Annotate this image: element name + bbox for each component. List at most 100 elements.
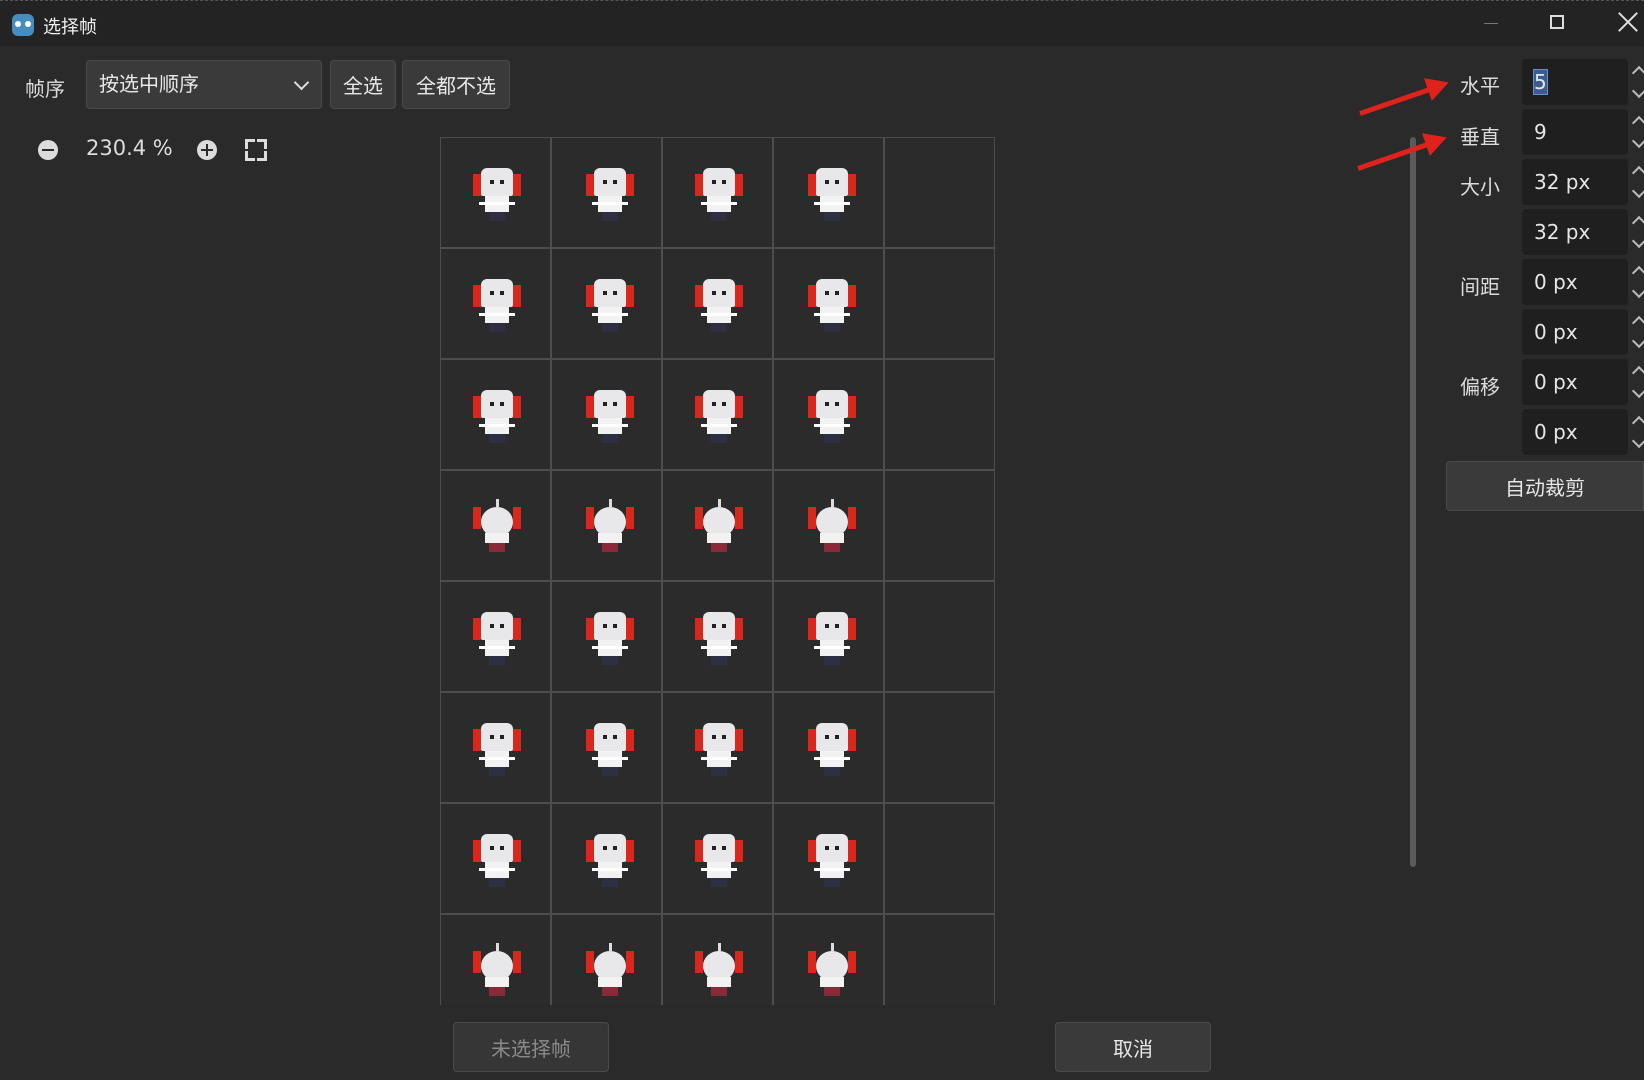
- frame-cell[interactable]: [773, 581, 884, 692]
- size-y-value: 32 px: [1534, 220, 1591, 244]
- select-all-button[interactable]: 全选: [330, 60, 396, 109]
- frame-cell[interactable]: [551, 470, 662, 581]
- frame-cell[interactable]: [662, 137, 773, 248]
- frame-cell[interactable]: [551, 359, 662, 470]
- spin-down-icon[interactable]: [1631, 183, 1644, 199]
- spin-up-icon[interactable]: [1631, 265, 1644, 281]
- frame-cell[interactable]: [884, 581, 995, 692]
- horizontal-label: 水平: [1460, 74, 1500, 98]
- frame-cell[interactable]: [773, 803, 884, 914]
- sprite-frame: [806, 610, 858, 666]
- spin-down-icon[interactable]: [1631, 433, 1644, 449]
- frame-cell[interactable]: [773, 470, 884, 581]
- frame-cell[interactable]: [662, 692, 773, 803]
- frame-cell[interactable]: [773, 914, 884, 1005]
- frame-cell[interactable]: [440, 914, 551, 1005]
- separation-x-input[interactable]: 0 px: [1522, 259, 1628, 305]
- frame-cell[interactable]: [440, 248, 551, 359]
- vertical-label: 垂直: [1460, 125, 1500, 149]
- frame-cell[interactable]: [662, 470, 773, 581]
- frame-cell[interactable]: [551, 248, 662, 359]
- sprite-frame: [471, 388, 523, 444]
- frame-cell[interactable]: [551, 137, 662, 248]
- spin-down-icon[interactable]: [1631, 83, 1644, 99]
- frame-cell[interactable]: [440, 692, 551, 803]
- maximize-icon[interactable]: [1550, 15, 1564, 29]
- sprite-frame: [584, 832, 636, 888]
- add-frames-button[interactable]: 未选择帧: [453, 1022, 609, 1072]
- frame-cell[interactable]: [773, 692, 884, 803]
- offset-x-input[interactable]: 0 px: [1522, 359, 1628, 405]
- annotation-arrow-horizontal: [1359, 82, 1445, 116]
- frame-cell[interactable]: [662, 248, 773, 359]
- frame-cell[interactable]: [884, 137, 995, 248]
- frame-cell[interactable]: [551, 692, 662, 803]
- frame-cell[interactable]: [773, 359, 884, 470]
- horizontal-frames-value: 5: [1533, 69, 1548, 95]
- zoom-in-icon[interactable]: [197, 140, 217, 160]
- spin-up-icon[interactable]: [1631, 115, 1644, 131]
- frame-cell[interactable]: [440, 803, 551, 914]
- spin-down-icon[interactable]: [1631, 133, 1644, 149]
- frame-cell[interactable]: [551, 581, 662, 692]
- frame-cell[interactable]: [551, 914, 662, 1005]
- godot-app-icon: [12, 14, 34, 36]
- sprite-frame: [471, 499, 523, 555]
- spin-up-icon[interactable]: [1631, 315, 1644, 331]
- frame-cell[interactable]: [440, 359, 551, 470]
- sprite-frame: [693, 943, 745, 999]
- minimize-icon[interactable]: [1484, 23, 1498, 24]
- sprite-frame: [471, 943, 523, 999]
- frame-cell[interactable]: [884, 803, 995, 914]
- spin-up-icon[interactable]: [1631, 165, 1644, 181]
- frame-cell[interactable]: [884, 692, 995, 803]
- sprite-frame: [806, 277, 858, 333]
- offset-y-input[interactable]: 0 px: [1522, 409, 1628, 455]
- spin-down-icon[interactable]: [1631, 383, 1644, 399]
- select-none-button[interactable]: 全都不选: [402, 60, 510, 109]
- frame-cell[interactable]: [662, 359, 773, 470]
- spin-down-icon[interactable]: [1631, 333, 1644, 349]
- size-y-input[interactable]: 32 px: [1522, 209, 1628, 255]
- frame-order-select[interactable]: 按选中顺序: [86, 60, 322, 109]
- auto-slice-button[interactable]: 自动裁剪: [1446, 461, 1644, 511]
- frame-cell[interactable]: [662, 803, 773, 914]
- sprite-frame-grid[interactable]: [440, 137, 995, 1005]
- vertical-frames-input[interactable]: 9: [1522, 109, 1628, 155]
- close-icon[interactable]: [1617, 11, 1639, 33]
- frame-cell[interactable]: [440, 581, 551, 692]
- frame-cell[interactable]: [884, 470, 995, 581]
- spin-up-icon[interactable]: [1631, 65, 1644, 81]
- horizontal-frames-input[interactable]: 5: [1522, 59, 1628, 105]
- vertical-frames-value: 9: [1534, 120, 1547, 144]
- separation-label: 间距: [1460, 275, 1500, 299]
- spin-down-icon[interactable]: [1631, 283, 1644, 299]
- zoom-level: 230.4 %: [86, 136, 173, 160]
- sprite-frame: [584, 388, 636, 444]
- frame-cell[interactable]: [662, 914, 773, 1005]
- spin-down-icon[interactable]: [1631, 233, 1644, 249]
- frame-cell[interactable]: [773, 137, 884, 248]
- frame-cell[interactable]: [440, 470, 551, 581]
- separation-y-input[interactable]: 0 px: [1522, 309, 1628, 355]
- frame-cell[interactable]: [773, 248, 884, 359]
- fit-view-icon[interactable]: [245, 139, 267, 161]
- frame-cell[interactable]: [884, 248, 995, 359]
- frame-cell[interactable]: [884, 359, 995, 470]
- sprite-frame: [693, 388, 745, 444]
- spin-up-icon[interactable]: [1631, 365, 1644, 381]
- sprite-frame: [471, 277, 523, 333]
- spin-up-icon[interactable]: [1631, 215, 1644, 231]
- zoom-out-icon[interactable]: [38, 140, 58, 160]
- sprite-frame: [471, 610, 523, 666]
- frame-cell[interactable]: [884, 914, 995, 1005]
- frame-cell[interactable]: [662, 581, 773, 692]
- cancel-button[interactable]: 取消: [1055, 1022, 1211, 1072]
- sprite-frame: [584, 499, 636, 555]
- vertical-scrollbar[interactable]: [1410, 137, 1416, 867]
- offset-y-value: 0 px: [1534, 420, 1578, 444]
- size-x-input[interactable]: 32 px: [1522, 159, 1628, 205]
- frame-cell[interactable]: [440, 137, 551, 248]
- spin-up-icon[interactable]: [1631, 415, 1644, 431]
- frame-cell[interactable]: [551, 803, 662, 914]
